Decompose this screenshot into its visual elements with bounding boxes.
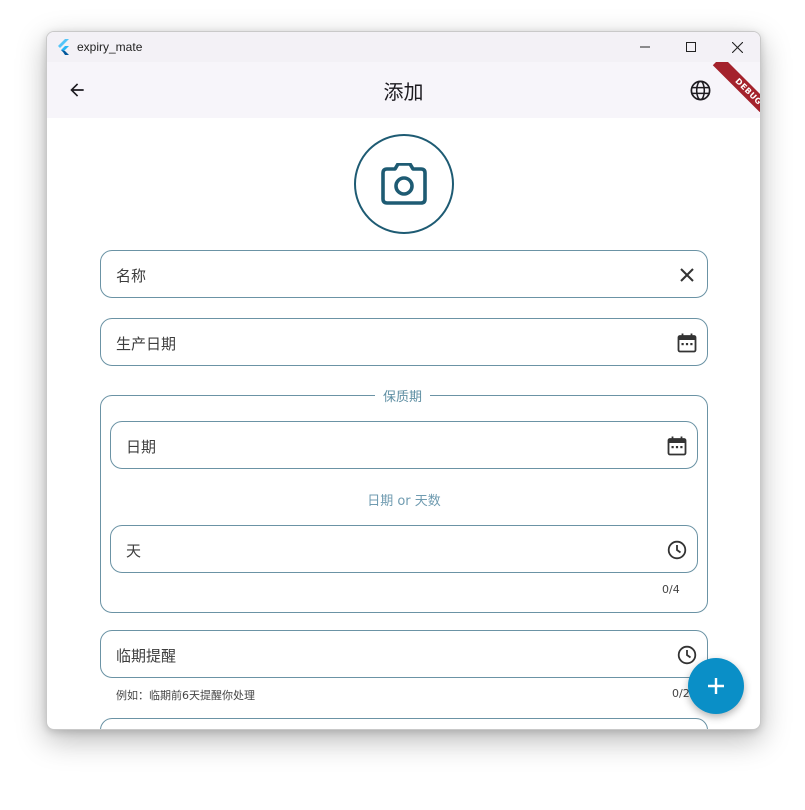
minimize-icon	[640, 46, 650, 48]
name-input[interactable]: 名称	[100, 250, 708, 298]
days-counter: 0/4	[662, 583, 680, 596]
photo-picker-button[interactable]	[354, 134, 454, 234]
plus-icon	[708, 678, 724, 694]
app-window: expiry_mate 添加 DEBUG 名称 生产日期 保质期 日期 日期 o…	[46, 31, 761, 730]
window-title: expiry_mate	[77, 40, 143, 54]
add-fab-button[interactable]	[688, 658, 744, 714]
shelf-life-date-label: 日期	[126, 438, 157, 456]
production-date-picker-button[interactable]	[675, 331, 699, 355]
debug-banner: DEBUG	[710, 62, 760, 112]
reminder-helper-text: 例如：临期前6天提醒你处理	[116, 689, 255, 702]
shelf-life-date-picker-button[interactable]	[665, 434, 689, 458]
clear-icon	[680, 268, 694, 282]
shelf-life-days-label: 天	[126, 542, 142, 560]
shelf-life-date-input[interactable]: 日期	[110, 421, 698, 469]
reminder-input[interactable]: 临期提醒	[100, 630, 708, 678]
reminder-clock	[675, 643, 699, 667]
close-icon	[731, 41, 743, 53]
minimize-button[interactable]	[622, 32, 668, 62]
camera-icon	[381, 163, 427, 205]
reminder-label: 临期提醒	[116, 647, 177, 665]
page-title: 添加	[383, 80, 424, 104]
clock-icon	[677, 645, 697, 665]
debug-label: DEBUG	[712, 62, 760, 112]
clock-icon	[667, 540, 687, 560]
close-window-button[interactable]	[714, 32, 760, 62]
calendar-icon	[677, 333, 697, 353]
clear-name-button[interactable]	[675, 263, 699, 287]
date-or-days-divider: 日期 or 天数	[367, 494, 441, 509]
name-label: 名称	[116, 267, 147, 285]
shelf-life-days-input[interactable]: 天	[110, 525, 698, 573]
maximize-icon	[686, 42, 696, 52]
shelf-life-legend: 保质期	[375, 386, 431, 405]
globe-icon	[690, 80, 710, 100]
calendar-icon	[667, 436, 687, 456]
production-date-input[interactable]: 生产日期	[100, 318, 708, 366]
title-bar: expiry_mate	[47, 32, 760, 62]
production-date-label: 生产日期	[116, 335, 177, 353]
shelf-life-group: 保质期 日期 日期 or 天数 天 0/4	[100, 386, 708, 613]
app-bar: 添加	[47, 62, 760, 118]
next-field-partial[interactable]	[100, 718, 708, 729]
shelf-life-days-clock	[665, 538, 689, 562]
reminder-counter: 0/2	[672, 687, 690, 700]
flutter-logo-icon	[58, 39, 69, 55]
maximize-button[interactable]	[668, 32, 714, 62]
